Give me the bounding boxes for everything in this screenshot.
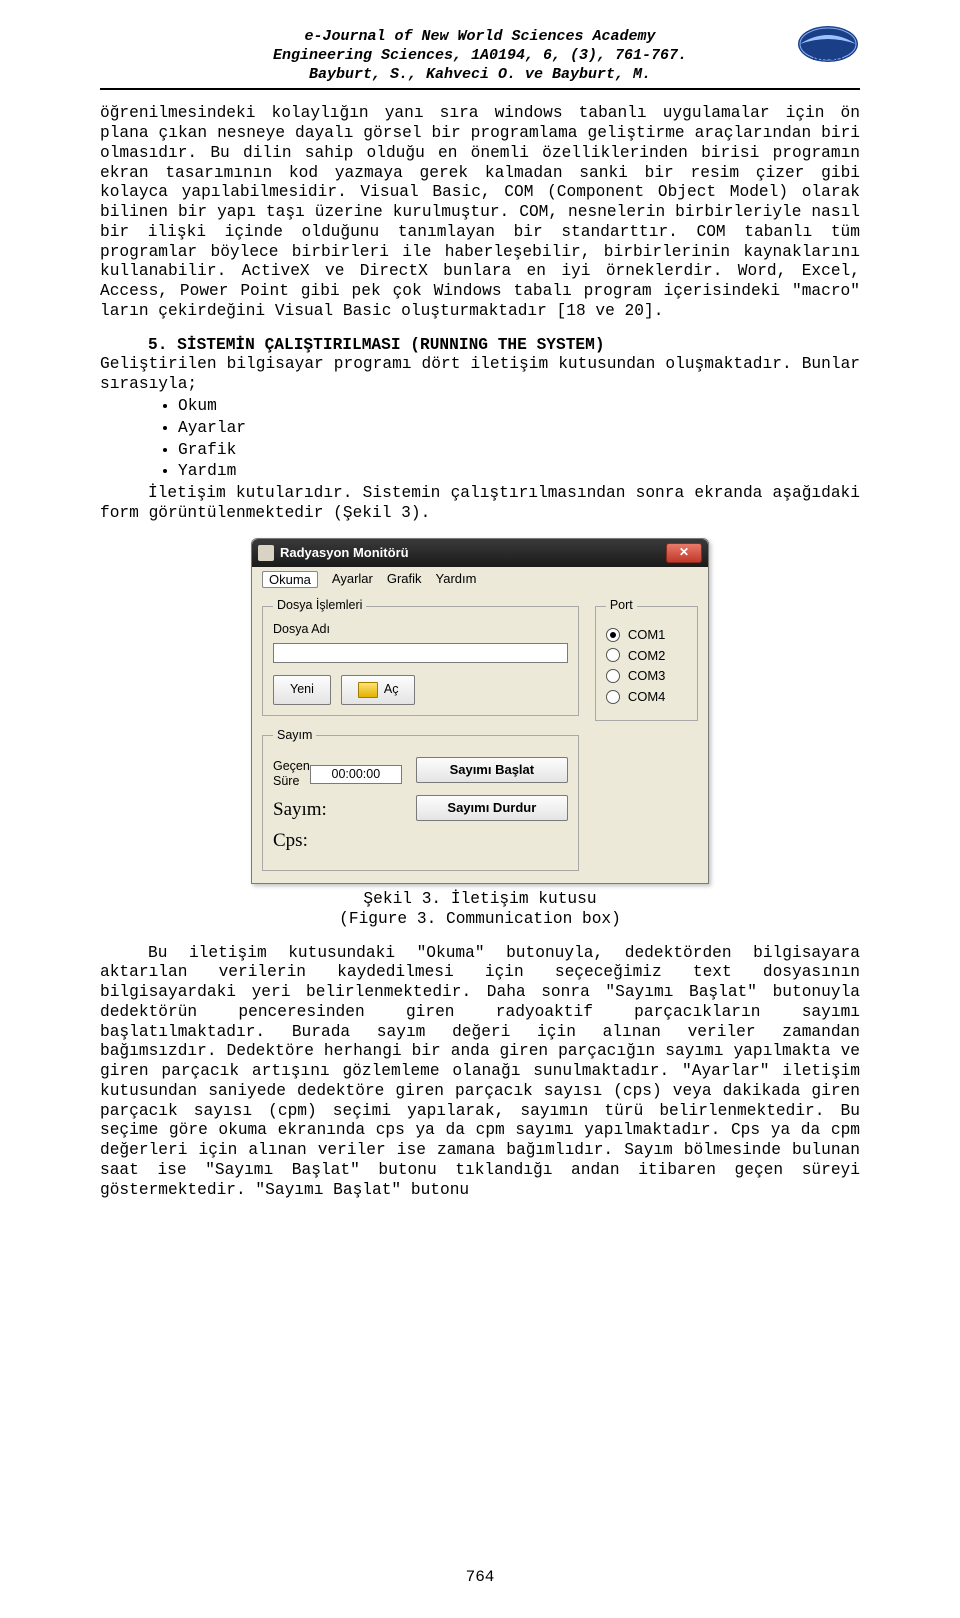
figure-3-dialog: Radyasyon Monitörü ✕ Okuma Ayarlar Grafi… <box>100 538 860 884</box>
radio-icon <box>606 648 620 662</box>
nwsa-logo-icon: NWSA <box>796 24 860 64</box>
port-option-com1[interactable]: COM1 <box>606 627 687 643</box>
elapsed-label: Geçen Süre <box>273 759 310 790</box>
body-paragraph-1: öğrenilmesindeki kolaylığın yanı sıra wi… <box>100 104 860 321</box>
count-label: Sayım: <box>273 798 327 821</box>
page-number: 764 <box>0 1568 960 1588</box>
close-icon: ✕ <box>679 545 689 560</box>
list-item: Yardım <box>178 462 860 482</box>
section-5-title: 5. SİSTEMİN ÇALIŞTIRILMASI (RUNNING THE … <box>148 336 605 354</box>
body-paragraph-last: Bu iletişim kutusundaki "Okuma" butonuyl… <box>100 944 860 1201</box>
menu-grafik[interactable]: Grafik <box>387 571 422 589</box>
new-file-button[interactable]: Yeni <box>273 675 331 705</box>
menu-okuma[interactable]: Okuma <box>262 571 318 589</box>
section-5: 5. SİSTEMİN ÇALIŞTIRILMASI (RUNNING THE … <box>100 336 860 395</box>
file-name-label: Dosya Adı <box>273 622 568 637</box>
stop-count-button[interactable]: Sayımı Durdur <box>416 795 568 821</box>
list-item: Okum <box>178 397 860 417</box>
section-5-after-list: İletişim kutularıdır. Sistemin çalıştırı… <box>100 484 860 524</box>
list-item: Ayarlar <box>178 419 860 439</box>
dialog-names-list: Okum Ayarlar Grafik Yardım <box>178 397 860 482</box>
count-group-legend: Sayım <box>273 728 316 743</box>
port-option-com3[interactable]: COM3 <box>606 668 687 684</box>
file-group-legend: Dosya İşlemleri <box>273 598 366 613</box>
svg-text:NWSA: NWSA <box>813 52 844 63</box>
port-option-com2[interactable]: COM2 <box>606 648 687 664</box>
section-5-intro: Geliştirilen bilgisayar programı dört il… <box>100 355 860 393</box>
dialog-title: Radyasyon Monitörü <box>280 545 409 561</box>
dialog-titlebar[interactable]: Radyasyon Monitörü ✕ <box>252 539 708 567</box>
elapsed-value: 00:00:00 <box>310 765 402 784</box>
figure-3-caption: Şekil 3. İletişim kutusu (Figure 3. Comm… <box>100 890 860 930</box>
header-line-1: e-Journal of New World Sciences Academy <box>100 28 860 47</box>
folder-open-icon <box>358 682 378 698</box>
open-file-button[interactable]: Aç <box>341 675 416 705</box>
menu-yardim[interactable]: Yardım <box>436 571 477 589</box>
radio-icon <box>606 669 620 683</box>
header-line-3: Bayburt, S., Kahveci O. ve Bayburt, M. <box>100 66 860 85</box>
radio-icon <box>606 628 620 642</box>
start-count-button[interactable]: Sayımı Başlat <box>416 757 568 783</box>
menu-ayarlar[interactable]: Ayarlar <box>332 571 373 589</box>
port-group: Port COM1 COM2 COM3 <box>595 598 698 721</box>
file-operations-group: Dosya İşlemleri Dosya Adı Yeni Aç <box>262 598 579 716</box>
file-name-input[interactable] <box>273 643 568 663</box>
list-item: Grafik <box>178 441 860 461</box>
close-button[interactable]: ✕ <box>666 543 702 563</box>
dialog-menubar: Okuma Ayarlar Grafik Yardım <box>252 567 708 595</box>
paper-header: e-Journal of New World Sciences Academy … <box>100 28 860 90</box>
app-icon <box>258 545 274 561</box>
radio-icon <box>606 690 620 704</box>
header-line-2: Engineering Sciences, 1A0194, 6, (3), 76… <box>100 47 860 66</box>
port-option-com4[interactable]: COM4 <box>606 689 687 705</box>
count-group: Sayım Geçen Süre 00:00:00 Sayım: <box>262 728 579 871</box>
cps-label: Cps: <box>273 829 308 852</box>
port-group-legend: Port <box>606 598 637 613</box>
